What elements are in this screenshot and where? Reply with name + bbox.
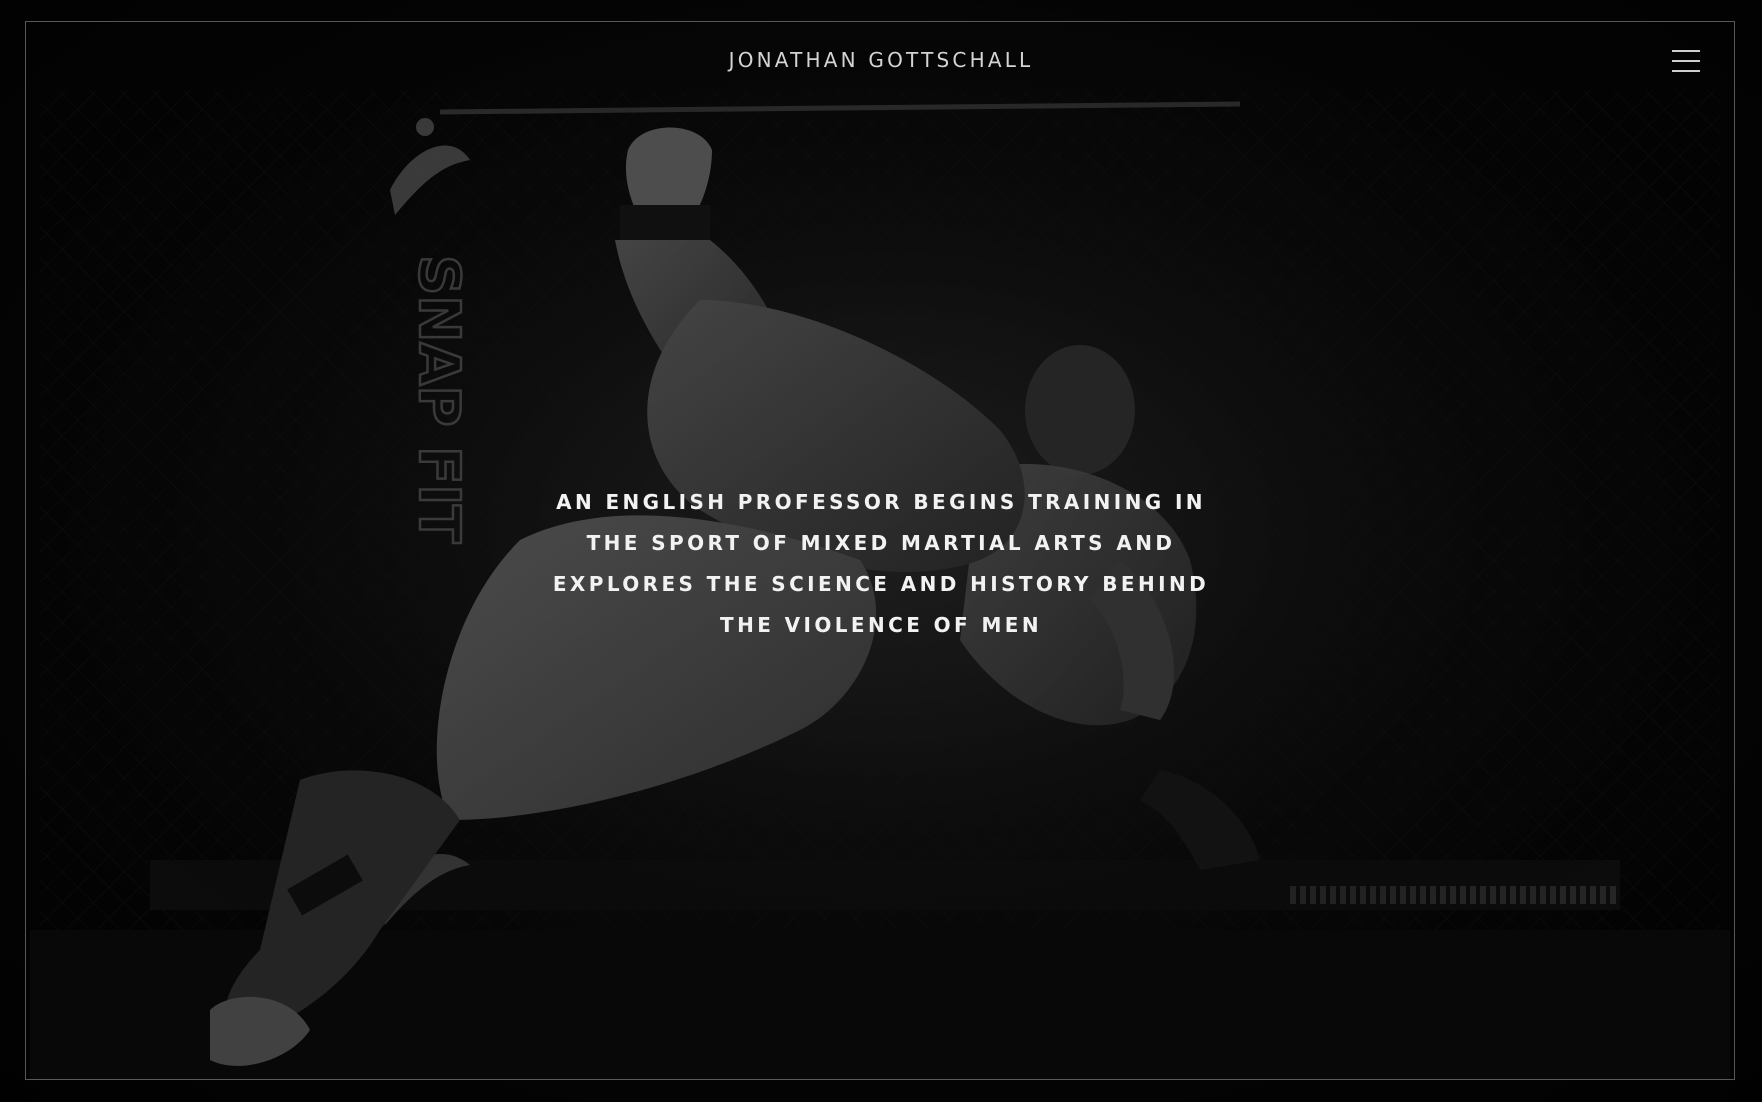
tagline-line-4: THE VIOLENCE OF MEN — [720, 613, 1042, 637]
tagline-line-2: THE SPORT OF MIXED MARTIAL ARTS AND — [586, 531, 1176, 555]
tagline-line-3: EXPLORES THE SCIENCE AND HISTORY BEHIND — [552, 572, 1210, 596]
hero-tagline: AN ENGLISH PROFESSOR BEGINS TRAINING IN … — [0, 482, 1762, 646]
menu-line — [1672, 70, 1700, 72]
hamburger-menu-icon[interactable] — [1672, 48, 1700, 74]
site-title[interactable]: JONATHAN GOTTSCHALL — [0, 48, 1762, 72]
menu-line — [1672, 50, 1700, 52]
tagline-line-1: AN ENGLISH PROFESSOR BEGINS TRAINING IN — [556, 490, 1206, 514]
menu-line — [1672, 60, 1700, 62]
hero-section: SNAP FIT JONATHAN GOTTSCHALL AN ENGLISH … — [0, 0, 1762, 1102]
